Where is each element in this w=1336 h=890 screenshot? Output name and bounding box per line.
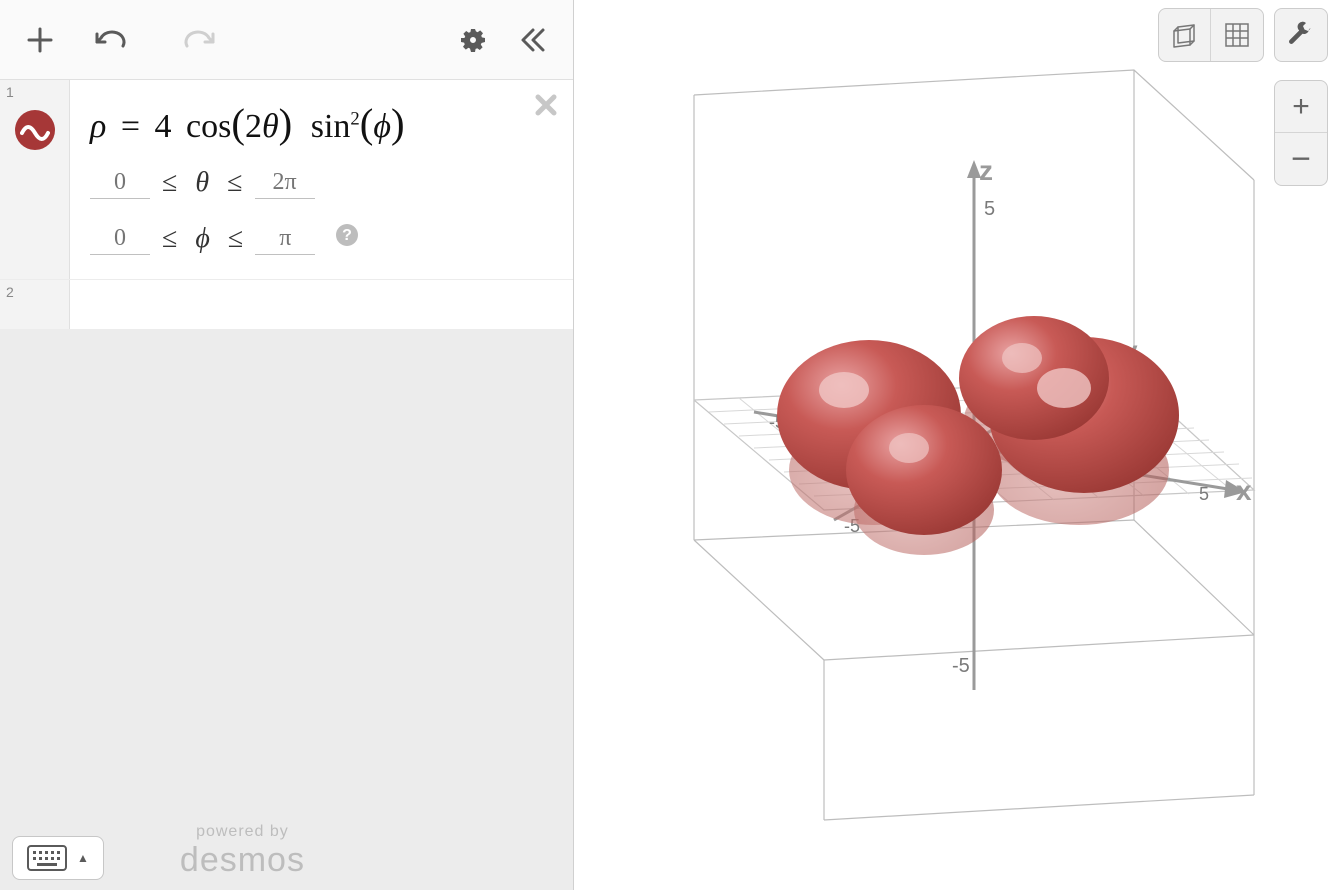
bounds-help-button[interactable]: ? (335, 223, 359, 255)
keyboard-icon (27, 845, 67, 871)
delete-expression-button[interactable] (533, 92, 559, 123)
redo-button[interactable] (170, 10, 230, 70)
redo-icon (183, 28, 217, 52)
expression-body[interactable]: ρ = 4 cos(2θ) sin2(ϕ) ≤ θ ≤ (70, 80, 573, 279)
phi-var: ϕ (195, 223, 210, 255)
bounds-row-phi: ≤ ϕ ≤ ? (90, 223, 557, 255)
expression-index: 1 (6, 84, 14, 100)
keyboard-caret-icon: ▲ (77, 851, 89, 865)
theta-min-input[interactable] (90, 167, 150, 199)
expression-color-icon[interactable] (15, 110, 55, 150)
z-tick-neg: -5 (952, 655, 970, 677)
surface-wave-icon (20, 115, 50, 145)
wrench-icon (1287, 21, 1315, 49)
z-axis-label: z (979, 155, 993, 186)
left-toolbar (0, 0, 573, 80)
surface-plot (777, 316, 1179, 555)
keyboard-toggle-button[interactable]: ▲ (12, 836, 104, 880)
graph-panel: z 5 -5 x 5 -5 y -5 (574, 0, 1336, 890)
graph-3d-canvas[interactable]: z 5 -5 x 5 -5 y -5 (574, 0, 1336, 890)
theta-max-input[interactable] (255, 167, 315, 199)
x-tick-pos: 5 (1199, 484, 1209, 504)
powered-by-label: powered by (180, 823, 305, 841)
zoom-out-button[interactable]: − (1275, 133, 1327, 185)
grid-icon (1224, 22, 1250, 48)
undo-button[interactable] (80, 10, 140, 70)
gear-icon (458, 25, 488, 55)
graph-settings-button[interactable] (443, 10, 503, 70)
zoom-in-button[interactable]: + (1275, 81, 1327, 133)
expression-panel: 1 ρ = 4 cos(2θ) sin2(ϕ) (0, 0, 574, 890)
toggle-grid-button[interactable] (1211, 9, 1263, 61)
expression-index: 2 (6, 284, 14, 300)
x-axis-label: x (1236, 475, 1252, 506)
expression-gutter: 2 (0, 280, 70, 329)
plus-icon (25, 25, 55, 55)
toggle-3d-box-button[interactable] (1159, 9, 1211, 61)
expression-formula[interactable]: ρ = 4 cos(2θ) sin2(ϕ) (90, 100, 557, 147)
brand-label: desmos (180, 841, 305, 880)
left-footer: ▲ powered by desmos (12, 820, 561, 880)
cube-wireframe-icon (1170, 20, 1200, 50)
collapse-panel-button[interactable] (503, 10, 563, 70)
chevron-left-double-icon (519, 25, 547, 55)
powered-by-desmos: powered by desmos (180, 823, 305, 880)
bounds-row-theta: ≤ θ ≤ (90, 167, 557, 199)
undo-icon (93, 28, 127, 52)
svg-text:?: ? (342, 227, 352, 244)
close-icon (533, 92, 559, 118)
bounds-section: ≤ θ ≤ ≤ ϕ ≤ ? (90, 167, 557, 255)
expression-row[interactable]: 1 ρ = 4 cos(2θ) sin2(ϕ) (0, 80, 573, 280)
expression-list: 1 ρ = 4 cos(2θ) sin2(ϕ) (0, 80, 573, 890)
expression-row[interactable]: 2 (0, 280, 573, 330)
zoom-controls: + − (1274, 80, 1328, 186)
theta-var: θ (195, 167, 209, 199)
expression-body-empty[interactable] (70, 280, 573, 329)
phi-min-input[interactable] (90, 223, 150, 255)
z-tick-pos: 5 (984, 198, 995, 220)
view-controls (1158, 8, 1328, 62)
expression-gutter: 1 (0, 80, 70, 279)
phi-max-input[interactable] (255, 223, 315, 255)
add-expression-button[interactable] (10, 10, 70, 70)
graph-tools-button[interactable] (1275, 9, 1327, 61)
help-icon: ? (335, 223, 359, 247)
